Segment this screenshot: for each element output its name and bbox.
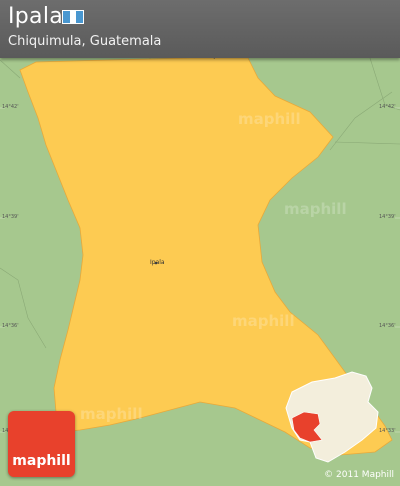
lat-label: 14°42' — [379, 104, 396, 110]
lat-label: 14°36' — [2, 323, 19, 329]
map-header: Ipala Chiquimula, Guatemala — [0, 0, 400, 58]
flag-stripe-center — [69, 11, 77, 23]
flag-stripe-left — [63, 11, 70, 23]
logo-text: maphill — [12, 453, 71, 469]
lat-label: 14°33' — [379, 428, 396, 434]
flag-stripe-right — [76, 11, 84, 23]
page-title: Ipala — [8, 4, 64, 29]
place-label-ipala[interactable]: Ipala — [150, 259, 165, 266]
lat-label: 14°42' — [2, 104, 19, 110]
page-subtitle: Chiquimula, Guatemala — [8, 34, 162, 49]
guatemala-flag-icon — [62, 10, 84, 24]
watermark: maphill — [284, 200, 347, 218]
watermark: maphill — [238, 110, 301, 128]
watermark: maphill — [80, 405, 143, 423]
watermark: maphill — [232, 312, 295, 330]
copyright-notice: © 2011 Maphill — [324, 470, 394, 480]
maphill-logo[interactable]: maphill — [8, 411, 75, 477]
lat-label: 14°39' — [379, 214, 396, 220]
lat-label: 14°36' — [379, 323, 396, 329]
lat-label: 14°39' — [2, 214, 19, 220]
